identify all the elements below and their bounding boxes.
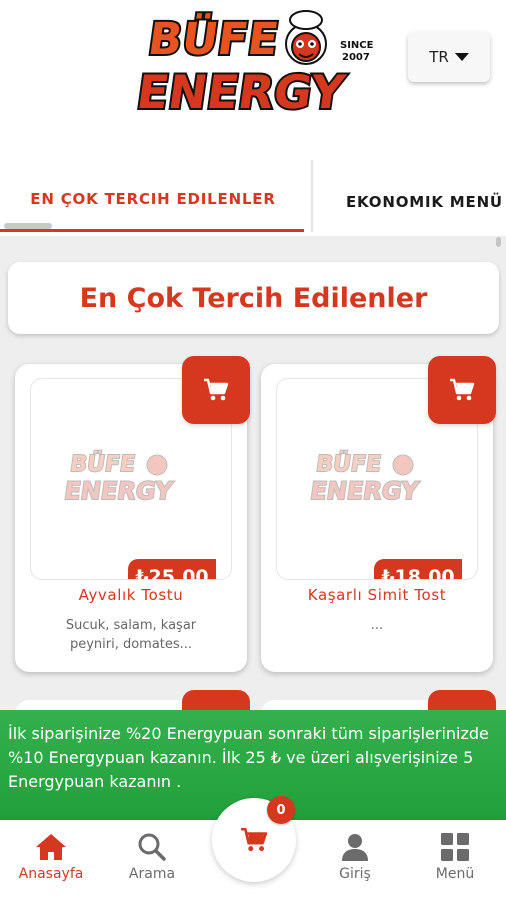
add-to-cart-button[interactable] [182, 356, 250, 424]
nav-login[interactable]: Giriş [310, 832, 400, 882]
nav-home[interactable]: Anasayfa [6, 832, 96, 882]
product-description: Sucuk, salam, kaşar peyniri, domates... [65, 618, 197, 652]
brand-logo: BÜFE ENERGY SINCE 2007 [132, 10, 374, 120]
category-tabs: EN ÇOK TERCIH EDILENLER EKONOMIK MENÜ [0, 130, 506, 236]
price-tag: ₺25.00 [128, 559, 216, 579]
svg-text:ENERGY: ENERGY [309, 477, 421, 505]
language-selector[interactable]: TR [408, 32, 490, 82]
cart-icon [241, 827, 268, 852]
placeholder-logo-icon: BÜFE ENERGY [308, 448, 422, 505]
cart-icon [204, 378, 229, 401]
caret-down-icon [454, 53, 469, 61]
svg-text:SINCE: SINCE [340, 40, 374, 51]
price-tag: ₺18.00 [374, 559, 462, 579]
placeholder-logo-icon: BÜFE ENERGY [62, 448, 176, 505]
active-tab-indicator [0, 229, 304, 232]
user-icon [342, 834, 368, 861]
svg-text:ENERGY: ENERGY [63, 477, 175, 505]
nav-label: Giriş [339, 866, 371, 882]
tab-divider [311, 160, 313, 232]
home-icon [36, 834, 66, 860]
section-title: En Çok Tercih Edilenler [79, 282, 428, 314]
nav-label: Arama [128, 866, 176, 882]
svg-text:BÜFE: BÜFE [315, 449, 384, 477]
product-description: ... [370, 618, 384, 633]
app-screen: BÜFE ENERGY SINCE 2007 TR EN ÇOK TERCIH … [0, 0, 506, 900]
product-name: Ayvalık Tostu [78, 586, 184, 604]
promo-text: İlk siparişinize %20 Energypuan sonraki … [8, 724, 489, 791]
cart-count-badge: 0 [267, 796, 295, 824]
svg-text:2007: 2007 [342, 52, 370, 63]
tab-economic-menu[interactable]: EKONOMIK MENÜ [346, 178, 503, 236]
tab-label: EKONOMIK MENÜ [346, 193, 503, 211]
svg-text:BÜFE: BÜFE [69, 449, 138, 477]
content-scrollbar[interactable] [496, 237, 501, 247]
nav-search[interactable]: Arama [107, 832, 197, 882]
nav-label: Menü [435, 866, 475, 882]
section-header: En Çok Tercih Edilenler [8, 262, 499, 334]
tabs-scrollbar[interactable] [4, 223, 52, 229]
cart-icon [450, 378, 475, 401]
grid-menu-icon [441, 833, 469, 861]
add-to-cart-button[interactable] [428, 356, 496, 424]
tab-label: EN ÇOK TERCIH EDILENLER [30, 190, 276, 208]
svg-text:ENERGY: ENERGY [134, 65, 349, 119]
nav-label: Anasayfa [18, 866, 84, 882]
nav-menu[interactable]: Menü [410, 832, 500, 882]
header: BÜFE ENERGY SINCE 2007 TR [0, 0, 506, 130]
svg-text:BÜFE: BÜFE [145, 12, 282, 65]
search-icon [138, 833, 166, 861]
product-name: Kaşarlı Simit Tost [307, 586, 447, 604]
language-label: TR [429, 48, 449, 66]
